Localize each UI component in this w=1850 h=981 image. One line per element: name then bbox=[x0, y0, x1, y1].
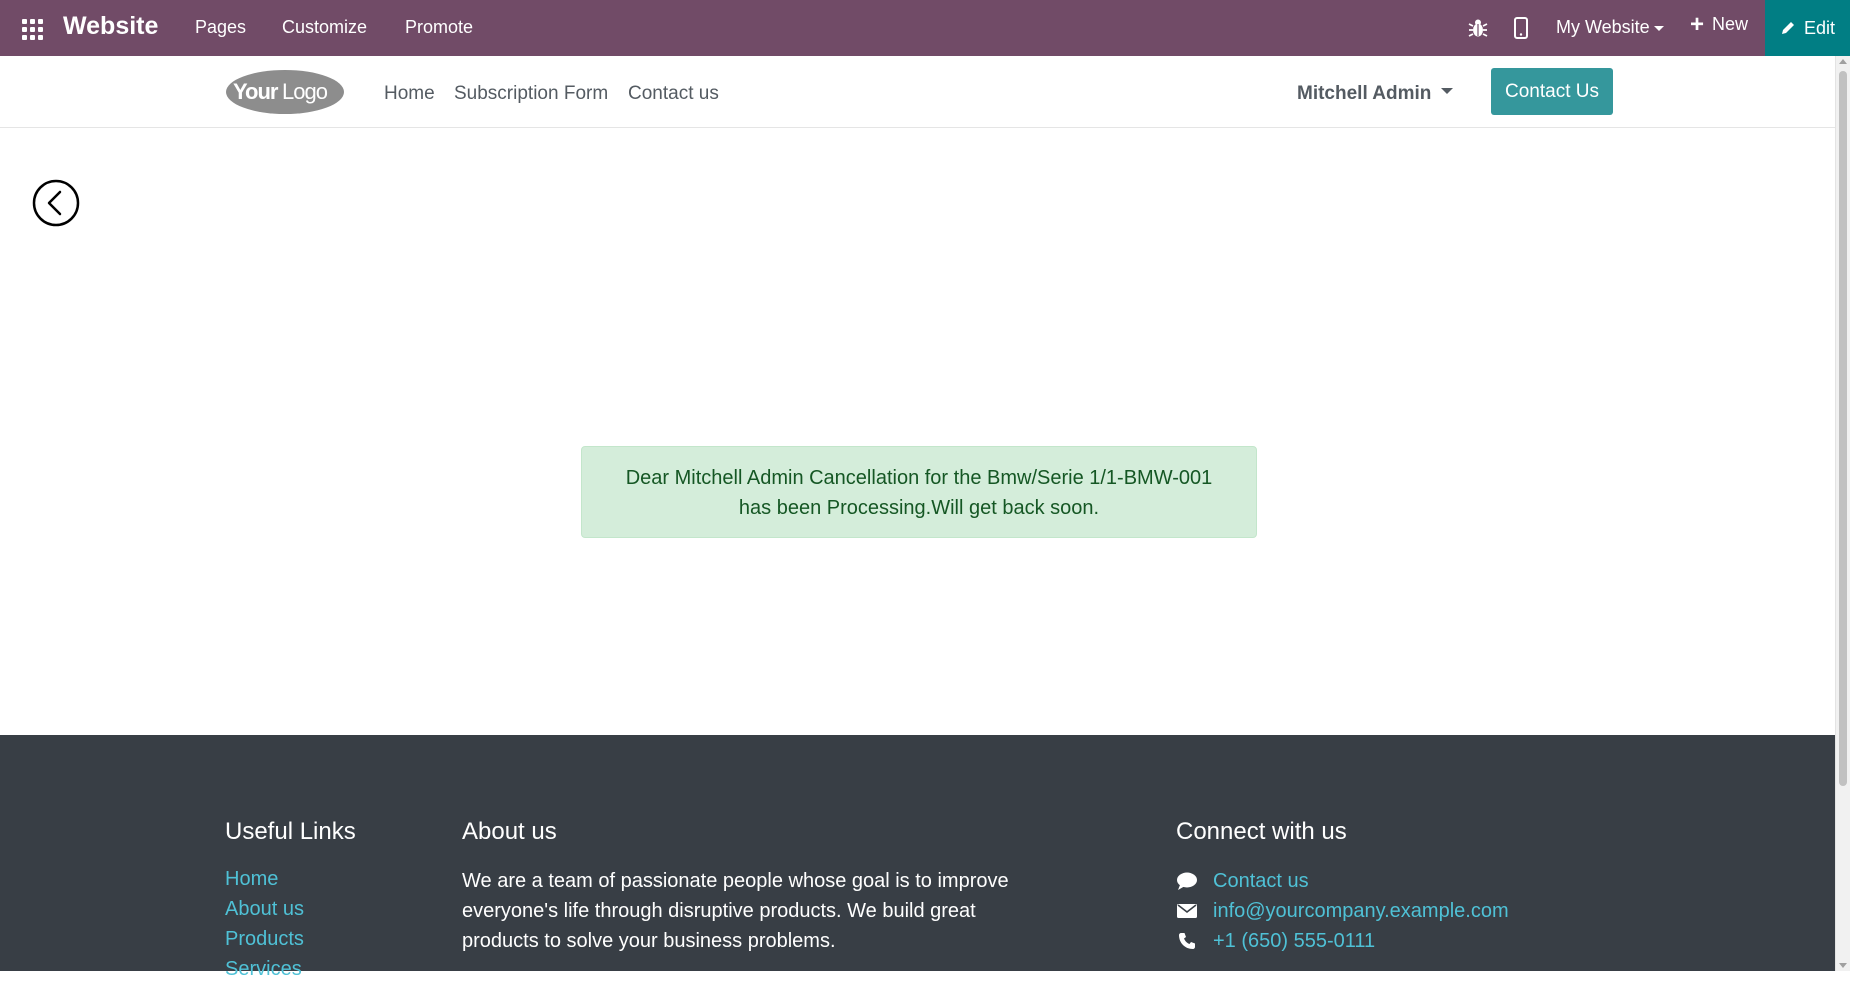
svg-text:Logo: Logo bbox=[282, 79, 328, 104]
back-arrow-icon[interactable] bbox=[32, 179, 80, 227]
pencil-icon bbox=[1781, 22, 1794, 34]
scroll-down-arrow-icon[interactable] bbox=[1839, 963, 1847, 968]
nav-home[interactable]: Home bbox=[384, 83, 435, 105]
chevron-down-icon bbox=[1653, 25, 1664, 31]
scrollbar-thumb[interactable] bbox=[1839, 71, 1847, 786]
footer-link-services[interactable]: Services bbox=[225, 958, 302, 981]
chat-bubble-icon bbox=[1177, 872, 1197, 890]
contact-us-button[interactable]: Contact Us bbox=[1491, 68, 1613, 115]
plus-icon: + bbox=[1690, 10, 1705, 38]
site-logo[interactable]: Your Logo bbox=[225, 66, 344, 116]
new-button[interactable]: + New bbox=[1690, 10, 1749, 38]
connect-contact[interactable]: Contact us bbox=[1176, 866, 1309, 896]
success-alert: Dear Mitchell Admin Cancellation for the… bbox=[581, 446, 1257, 538]
menu-customize[interactable]: Customize bbox=[282, 17, 367, 38]
apps-menu-icon[interactable] bbox=[21, 17, 45, 40]
nav-subscription-form[interactable]: Subscription Form bbox=[454, 83, 608, 105]
scroll-up-arrow-icon[interactable] bbox=[1839, 59, 1847, 64]
envelope-icon bbox=[1177, 904, 1197, 918]
chevron-down-icon bbox=[1441, 87, 1454, 94]
alert-line-2: has been Processing.Will get back soon. bbox=[738, 497, 1100, 519]
connect-email[interactable]: info@yourcompany.example.com bbox=[1176, 896, 1509, 926]
svg-text:Your: Your bbox=[233, 79, 279, 104]
footer-link-about-us[interactable]: About us bbox=[225, 898, 304, 921]
site-footer: Useful Links Home About us Products Serv… bbox=[0, 735, 1835, 980]
menu-promote[interactable]: Promote bbox=[405, 17, 473, 38]
website-switcher[interactable]: My Website bbox=[1556, 17, 1664, 38]
connect-email-label[interactable]: info@yourcompany.example.com bbox=[1213, 900, 1509, 923]
about-us-title: About us bbox=[462, 818, 557, 845]
website-switcher-label: My Website bbox=[1556, 17, 1650, 37]
new-button-label: New bbox=[1712, 14, 1749, 34]
about-us-text: We are a team of passionate people whose… bbox=[462, 870, 1009, 952]
connect-phone-label[interactable]: +1 (650) 555-0111 bbox=[1213, 930, 1375, 953]
nav-contact-us[interactable]: Contact us bbox=[628, 83, 719, 105]
edit-button[interactable]: Edit bbox=[1765, 0, 1850, 56]
mobile-preview-icon[interactable] bbox=[1512, 16, 1530, 40]
user-name: Mitchell Admin bbox=[1297, 83, 1432, 104]
useful-links-title: Useful Links bbox=[225, 818, 356, 845]
menu-pages[interactable]: Pages bbox=[195, 17, 246, 38]
connect-contact-label[interactable]: Contact us bbox=[1213, 870, 1309, 893]
site-header: Your Logo Home Subscription Form Contact… bbox=[0, 56, 1835, 128]
footer-link-home[interactable]: Home bbox=[225, 868, 278, 891]
admin-navbar: Website Pages Customize Promote My Websi… bbox=[0, 0, 1850, 56]
alert-line-1: Dear Mitchell Admin Cancellation for the… bbox=[625, 467, 1213, 489]
debug-bug-icon[interactable] bbox=[1466, 16, 1490, 40]
page-scrollbar[interactable] bbox=[1835, 56, 1850, 971]
app-title[interactable]: Website bbox=[63, 12, 158, 41]
footer-link-products[interactable]: Products bbox=[225, 928, 304, 951]
phone-icon bbox=[1179, 933, 1195, 949]
edit-button-label: Edit bbox=[1803, 17, 1836, 38]
user-menu[interactable]: Mitchell Admin bbox=[1297, 83, 1454, 105]
connect-phone[interactable]: +1 (650) 555-0111 bbox=[1176, 926, 1375, 956]
connect-title: Connect with us bbox=[1176, 818, 1347, 845]
